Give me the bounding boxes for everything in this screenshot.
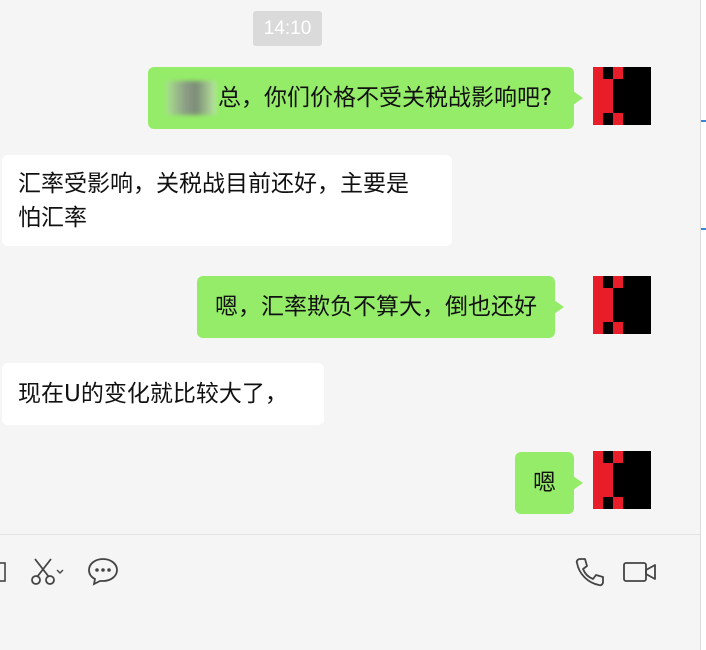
message-text-line: 怕汇率 — [18, 205, 87, 231]
message-timestamp: 14:10 — [253, 11, 322, 46]
incoming-message-bubble[interactable]: 汇率受影响，关税战目前还好，主要是 怕汇率 — [2, 155, 452, 246]
outgoing-message-bubble[interactable]: 嗯 — [515, 452, 583, 514]
edge-marker — [701, 120, 706, 122]
message-text-line: 汇率受影响，关税战目前还好，主要是 — [18, 171, 409, 197]
video-call-icon[interactable] — [622, 560, 658, 584]
my-avatar[interactable] — [593, 67, 651, 125]
outgoing-message-bubble[interactable]: 嗯，汇率欺负不算大，倒也还好 — [197, 276, 564, 338]
blurred-contact-name — [166, 81, 216, 115]
my-avatar[interactable] — [593, 451, 651, 509]
chat-bubble-icon[interactable] — [87, 556, 119, 586]
edge-marker — [701, 228, 706, 230]
right-scroll-edge[interactable] — [700, 0, 706, 650]
message-text: 现在U的变化就比较大了， — [18, 381, 288, 407]
chat-window: 14:10 总，你们价格不受关税战影响吧? 汇率受影响，关税战目前还好，主要是 … — [0, 0, 706, 650]
message-text: 嗯，汇率欺负不算大，倒也还好 — [215, 294, 537, 320]
message-text: 总，你们价格不受关税战影响吧? — [218, 85, 553, 111]
incoming-message-bubble[interactable]: 现在U的变化就比较大了， — [2, 363, 324, 425]
scissors-icon[interactable] — [30, 557, 64, 587]
input-area-divider — [0, 534, 700, 535]
phone-icon[interactable] — [574, 556, 606, 588]
my-avatar[interactable] — [593, 276, 651, 334]
folder-icon[interactable] — [0, 560, 6, 584]
outgoing-message-bubble[interactable]: 总，你们价格不受关税战影响吧? — [148, 67, 584, 129]
message-text: 嗯 — [533, 470, 556, 496]
